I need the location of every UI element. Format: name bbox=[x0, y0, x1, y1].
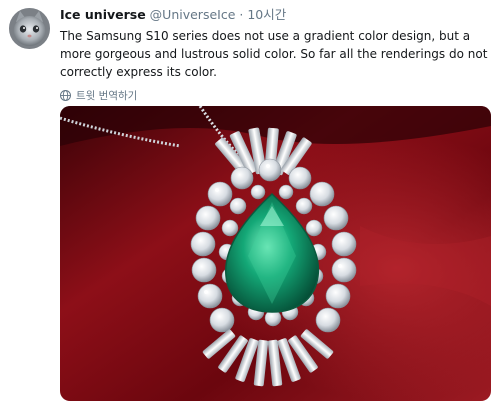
tweet-header: Ice universe @UniverseIce · 10시간 bbox=[60, 7, 492, 23]
tweet-timestamp[interactable]: 10시간 bbox=[247, 7, 286, 22]
separator-dot: · bbox=[239, 7, 244, 22]
tweet-text: The Samsung S10 series does not use a gr… bbox=[60, 29, 488, 79]
avatar[interactable] bbox=[9, 8, 50, 49]
translate-tweet-link[interactable]: 트윗 번역하기 bbox=[60, 88, 492, 103]
tweet-card: Ice universe @UniverseIce · 10시간 The Sam… bbox=[0, 0, 500, 407]
cat-avatar-icon bbox=[9, 8, 50, 49]
globe-icon bbox=[60, 90, 71, 101]
tweet-media-image[interactable] bbox=[60, 106, 491, 401]
emerald-pendant-photo bbox=[60, 106, 491, 401]
translate-label: 트윗 번역하기 bbox=[76, 90, 138, 102]
display-name[interactable]: Ice universe bbox=[60, 7, 146, 22]
tweet-content: Ice universe @UniverseIce · 10시간 The Sam… bbox=[60, 7, 492, 103]
user-handle[interactable]: @UniverseIce bbox=[150, 7, 236, 22]
